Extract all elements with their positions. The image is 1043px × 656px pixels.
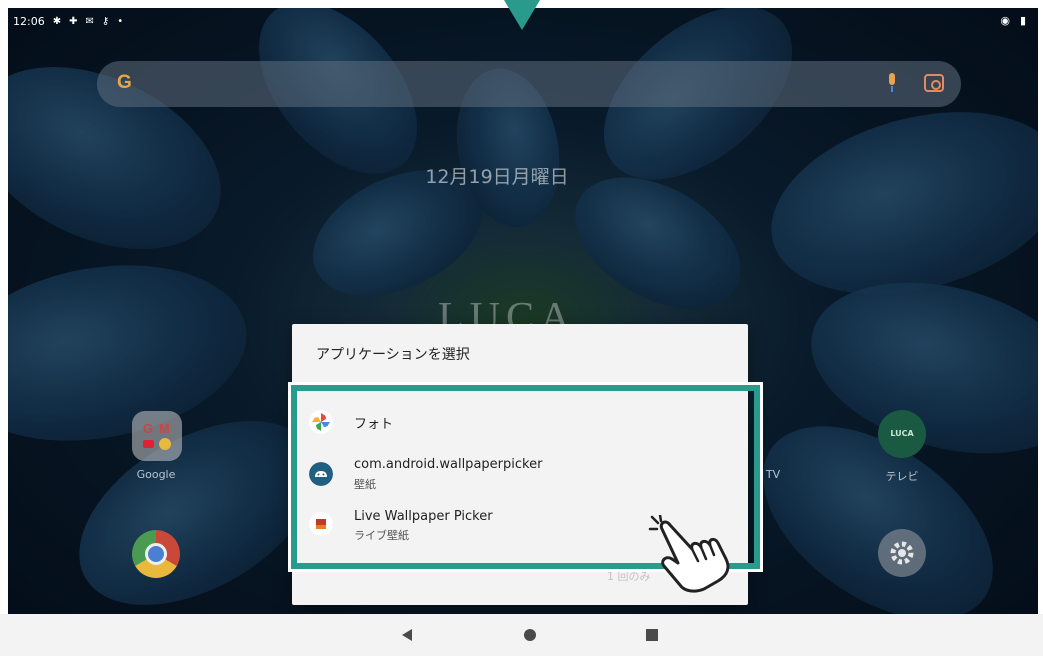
battery-icon: ▮ (1019, 14, 1026, 27)
recents-icon[interactable] (632, 614, 672, 656)
screenshot-frame: 12:06 ✱ ✚ ✉ ⚷ • ◉ ▮ G 12月19日月曜日 LUCA G M… (0, 0, 1043, 656)
google-g-logo-icon: G (117, 72, 132, 93)
navigation-bar (0, 614, 1043, 656)
just-once-button[interactable]: 1 回のみ (607, 568, 651, 584)
dialog-title: アプリケーションを選択 (316, 347, 470, 363)
gear-icon: ✱ (52, 15, 62, 27)
dot-icon: • (117, 15, 124, 27)
status-time: 12:06 (13, 14, 45, 28)
svg-text:M: M (159, 421, 170, 436)
google-folder-label: Google (136, 468, 176, 481)
key-icon: ⚷ (101, 15, 110, 27)
settings-gear-icon[interactable] (878, 529, 926, 577)
google-folder[interactable]: G M (132, 411, 182, 461)
svg-text:G: G (143, 421, 153, 436)
top-arrow-marker (504, 0, 540, 30)
grid-icon: ✚ (69, 15, 78, 27)
camera-lens-icon[interactable] (924, 74, 944, 92)
google-apps-icon: G M (143, 421, 171, 450)
mail-icon: ✉ (85, 15, 94, 27)
mic-icon[interactable] (887, 73, 897, 93)
luca-tv-app-label: テレビ (885, 470, 919, 483)
home-icon[interactable] (510, 614, 550, 656)
luca-tv-app-icon[interactable]: LUCA (878, 410, 926, 458)
pointing-hand-cursor (648, 515, 730, 593)
luca-badge: LUCA (890, 429, 914, 438)
location-icon: ◉ (1000, 14, 1010, 27)
chrome-icon[interactable] (132, 530, 180, 578)
status-right-icons: ◉ ▮ (1000, 14, 1026, 27)
google-search-bar[interactable]: G (97, 61, 961, 107)
home-date: 12月19日月曜日 (425, 166, 569, 188)
back-icon[interactable] (387, 614, 427, 656)
